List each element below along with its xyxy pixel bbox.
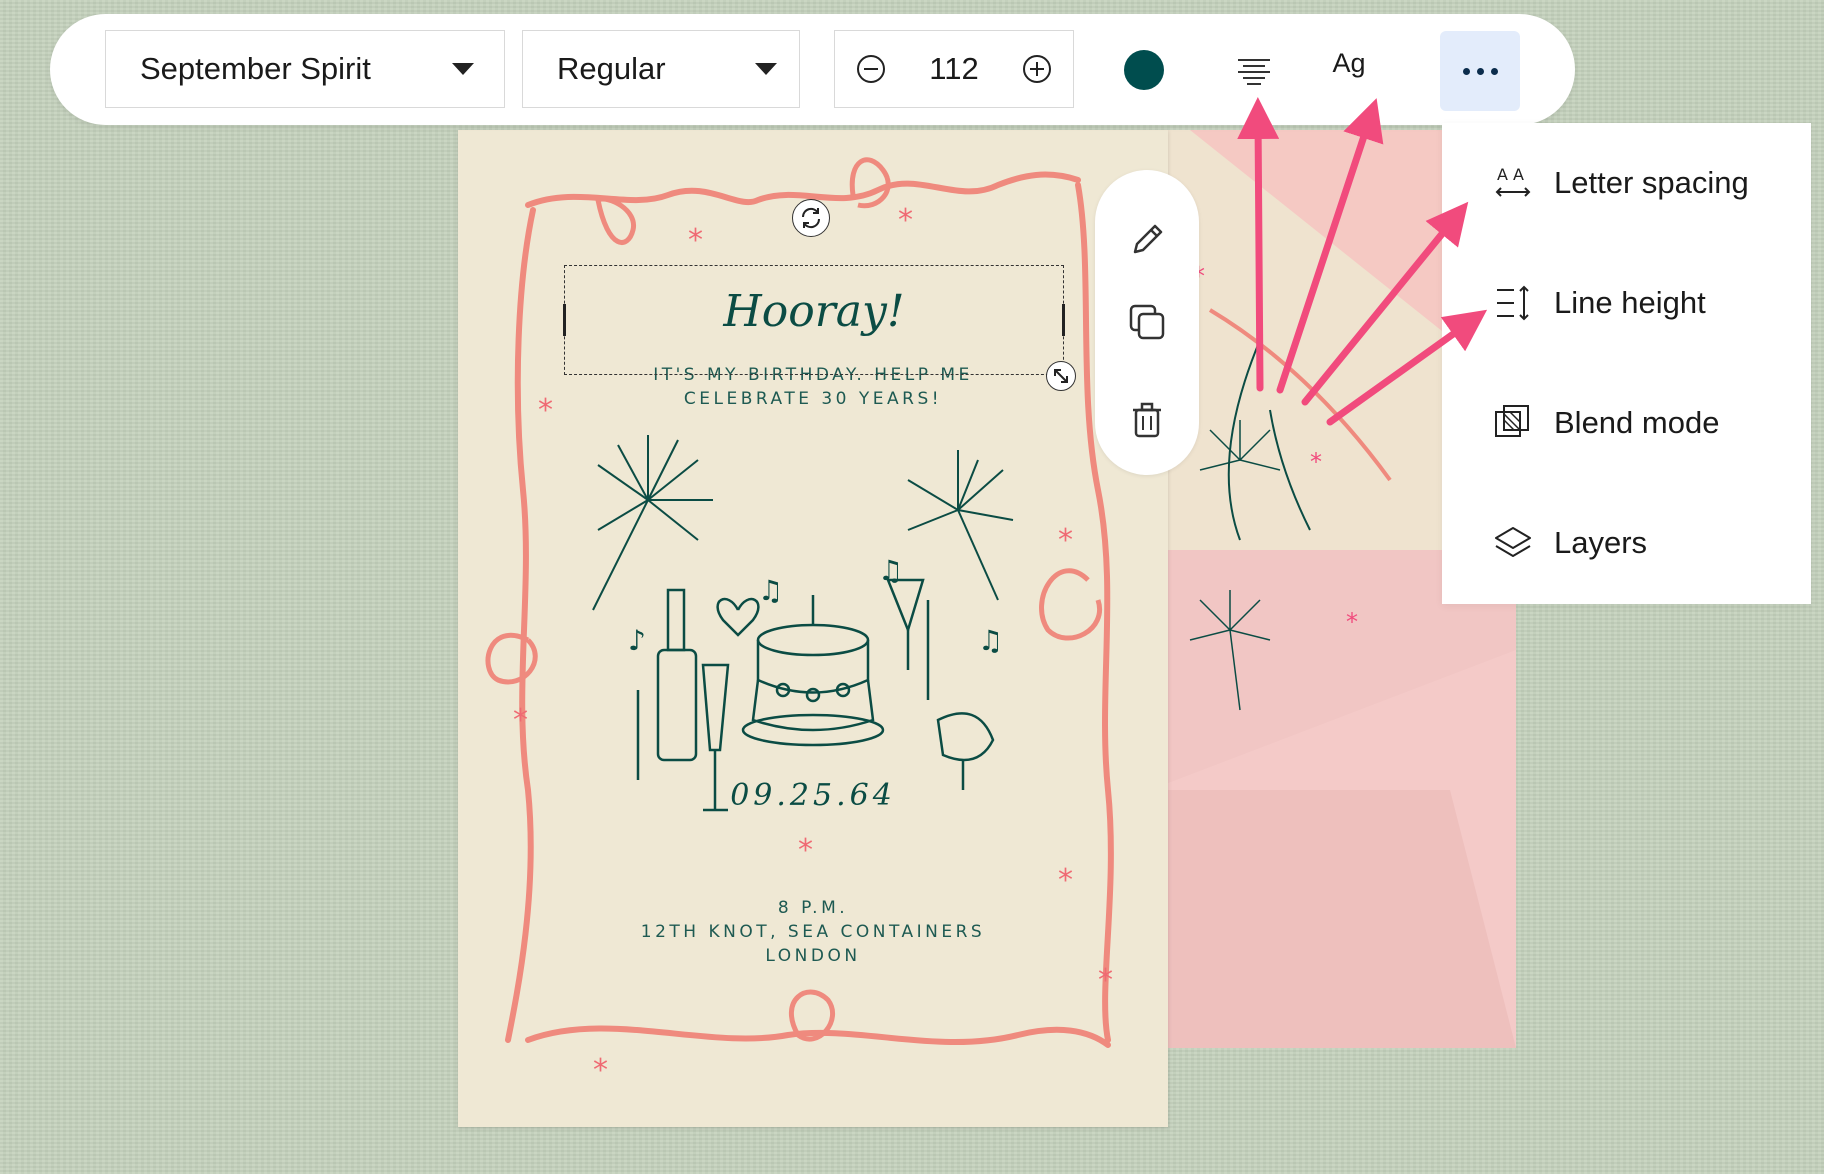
- rotate-handle[interactable]: [792, 199, 830, 237]
- duplicate-button[interactable]: [1123, 298, 1171, 346]
- menu-item-blend-mode[interactable]: Blend mode: [1442, 373, 1811, 473]
- font-weight-value: Regular: [557, 51, 666, 86]
- font-family-select[interactable]: September Spirit: [105, 30, 505, 108]
- typography-button[interactable]: Ag: [1324, 48, 1374, 79]
- resize-icon: [1054, 369, 1068, 383]
- text-color-swatch[interactable]: [1124, 50, 1164, 90]
- card-time[interactable]: 8 P.M.: [458, 898, 1168, 918]
- more-horizontal-icon-dot: [1462, 67, 1470, 75]
- pencil-icon: [1133, 224, 1163, 254]
- svg-text:A A: A A: [1497, 165, 1524, 184]
- svg-text:♫: ♫: [978, 624, 1003, 657]
- svg-text:*: *: [1058, 863, 1073, 898]
- svg-text:*: *: [1098, 963, 1113, 998]
- svg-text:*: *: [513, 703, 528, 738]
- trash-icon: [1133, 402, 1161, 438]
- svg-text:*: *: [1310, 448, 1322, 476]
- svg-text:*: *: [1346, 608, 1358, 636]
- increase-font-size-button[interactable]: [1022, 55, 1051, 83]
- menu-item-letter-spacing[interactable]: A A Letter spacing: [1442, 133, 1811, 233]
- more-horizontal-icon-dot: [1476, 67, 1484, 75]
- duplicate-icon: [1129, 304, 1165, 340]
- decrease-font-size-button[interactable]: [857, 55, 885, 83]
- resize-handle[interactable]: [1046, 361, 1076, 391]
- element-actions-bar: [1095, 170, 1199, 475]
- card-title[interactable]: Hooray!: [565, 286, 1063, 337]
- card-date[interactable]: 09.25.64: [458, 778, 1168, 813]
- chevron-down-icon: [452, 63, 474, 75]
- svg-text:♫: ♫: [878, 554, 903, 587]
- more-horizontal-icon-dot: [1490, 67, 1498, 75]
- selection-left-handle[interactable]: [563, 304, 566, 336]
- chevron-down-icon: [755, 63, 777, 75]
- menu-item-layers[interactable]: Layers: [1442, 493, 1811, 593]
- menu-item-label: Layers: [1554, 525, 1648, 560]
- delete-button[interactable]: [1123, 396, 1171, 444]
- align-center-icon: [1238, 59, 1270, 85]
- font-family-value: September Spirit: [140, 51, 371, 86]
- font-size-stepper: 112: [834, 30, 1074, 108]
- menu-item-label: Blend mode: [1554, 405, 1720, 440]
- more-options-menu: A A Letter spacing Line height Blend mod…: [1442, 123, 1811, 604]
- more-options-button[interactable]: [1440, 31, 1520, 111]
- svg-text:*: *: [898, 203, 913, 238]
- svg-text:*: *: [688, 223, 703, 258]
- layers-icon: [1495, 527, 1531, 557]
- svg-text:♪: ♪: [628, 624, 646, 657]
- svg-text:♫: ♫: [758, 574, 783, 607]
- svg-text:*: *: [593, 1053, 608, 1088]
- text-toolbar: September Spirit Regular 112 Ag: [50, 14, 1575, 125]
- font-size-value[interactable]: 112: [929, 51, 978, 87]
- svg-text:*: *: [798, 833, 813, 868]
- card-city[interactable]: LONDON: [458, 946, 1168, 966]
- card-venue[interactable]: 12TH KNOT, SEA CONTAINERS: [458, 922, 1168, 942]
- blend-mode-icon: [1495, 405, 1529, 437]
- card-subtitle-line2[interactable]: CELEBRATE 30 YEARS!: [458, 389, 1168, 409]
- svg-text:*: *: [1058, 523, 1073, 558]
- line-height-icon: [1497, 285, 1529, 321]
- text-align-button[interactable]: [1230, 46, 1278, 94]
- selection-right-handle[interactable]: [1062, 304, 1065, 336]
- menu-item-label: Line height: [1554, 285, 1706, 320]
- text-selection-box[interactable]: Hooray!: [563, 265, 1065, 375]
- menu-item-line-height[interactable]: Line height: [1442, 253, 1811, 353]
- rotate-icon: [801, 207, 821, 229]
- menu-item-label: Letter spacing: [1554, 165, 1749, 200]
- edit-button[interactable]: [1123, 216, 1171, 264]
- letter-spacing-icon: A A: [1495, 165, 1531, 197]
- font-weight-select[interactable]: Regular: [522, 30, 800, 108]
